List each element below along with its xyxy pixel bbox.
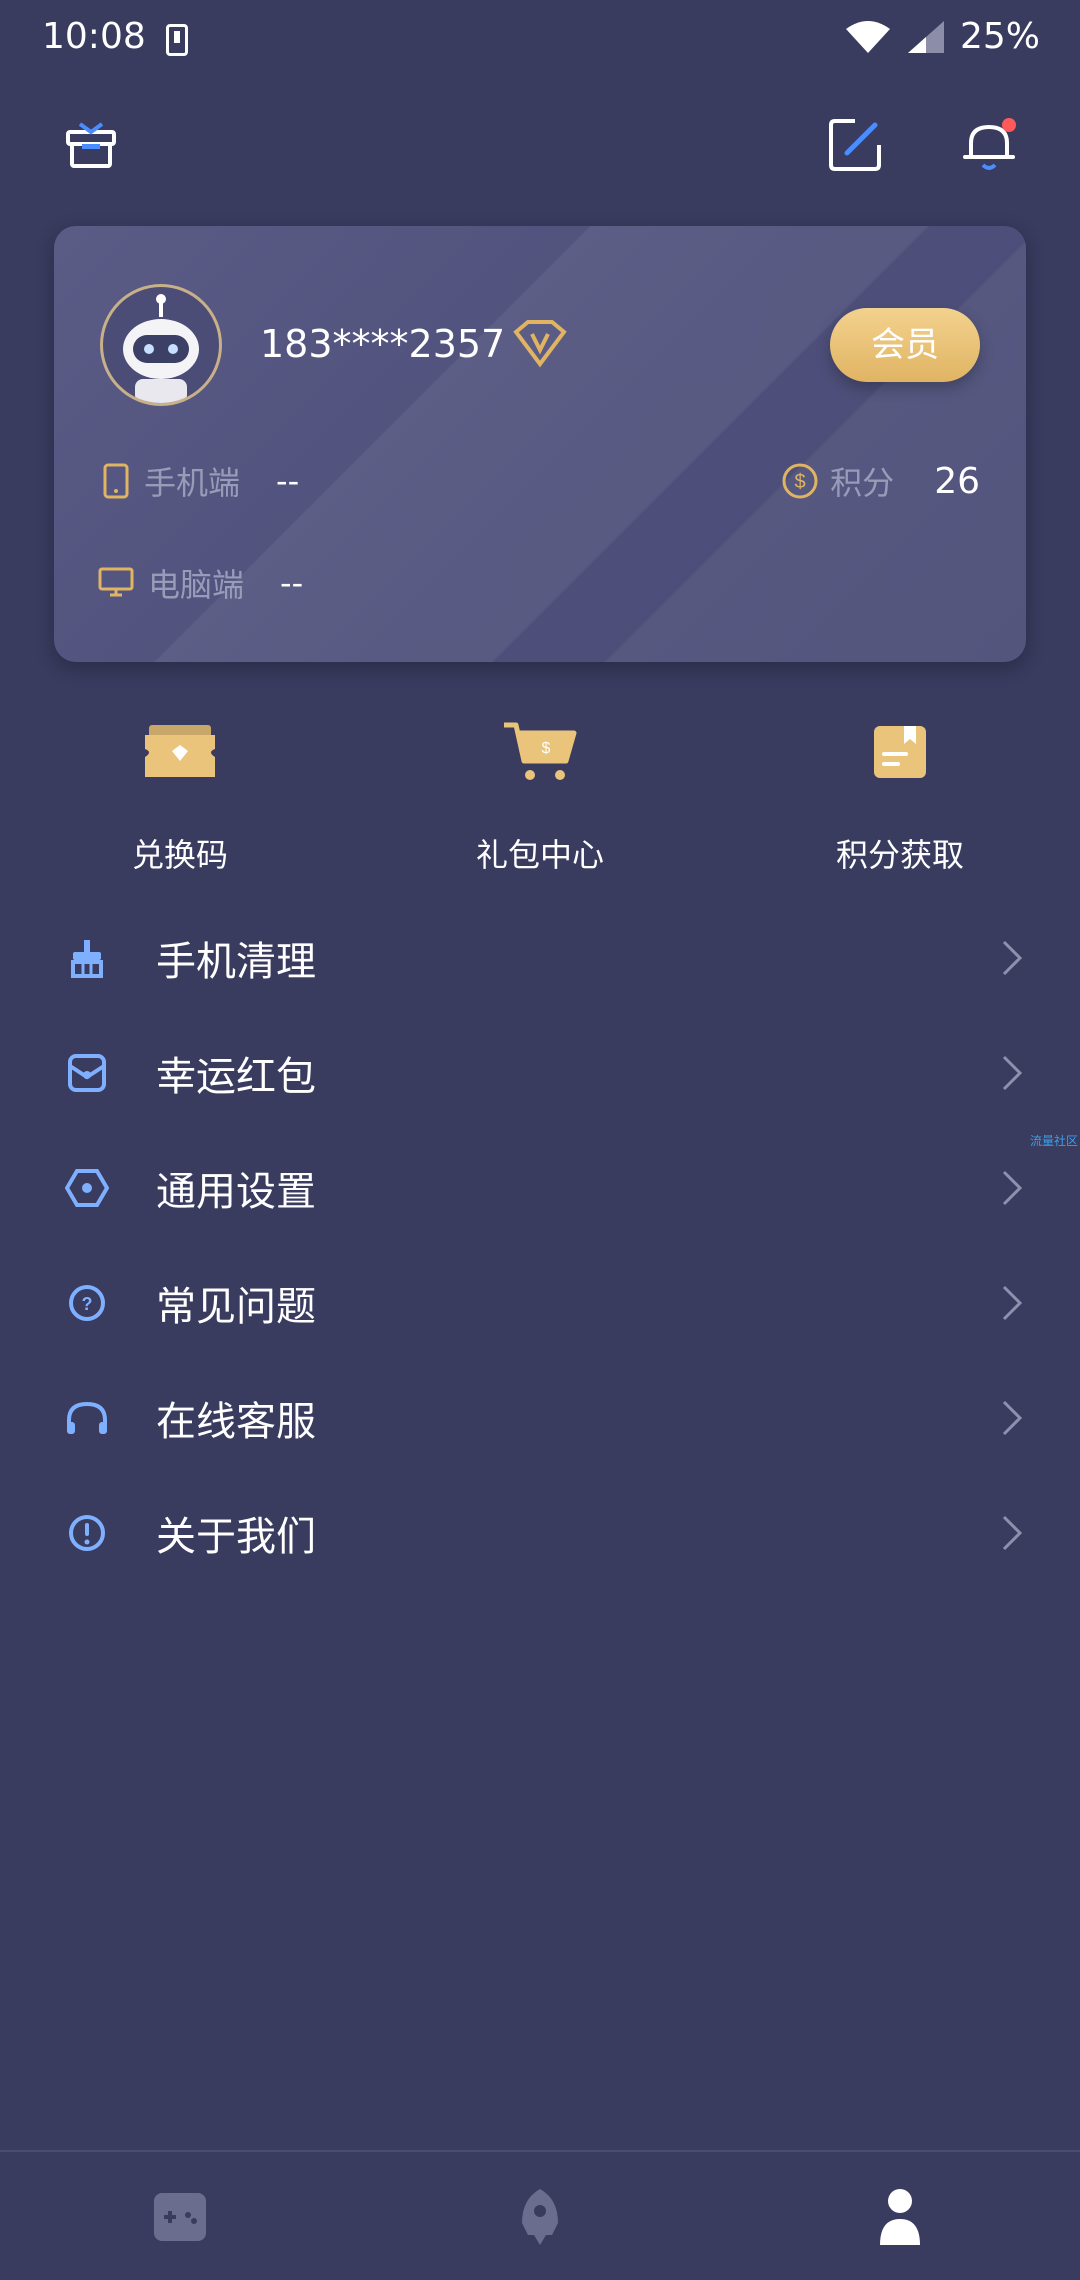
menu-item-online-support[interactable]: 在线客服 bbox=[0, 1360, 1080, 1475]
menu-item-about-us[interactable]: 关于我们 bbox=[0, 1475, 1080, 1590]
shortcut-redeem-code[interactable]: 兑换码 bbox=[50, 700, 310, 876]
broom-icon bbox=[62, 933, 112, 983]
nav-boost[interactable] bbox=[500, 2182, 580, 2252]
menu-label: 常见问题 bbox=[156, 1283, 316, 1330]
nav-profile[interactable] bbox=[860, 2182, 940, 2252]
points-row[interactable]: $ 积分 26 bbox=[780, 458, 980, 504]
user-icon bbox=[880, 2189, 920, 2245]
menu-label: 关于我们 bbox=[156, 1513, 316, 1560]
mobile-row: 手机端 -- bbox=[102, 458, 299, 504]
phone-icon bbox=[103, 463, 129, 499]
points-value: 26 bbox=[934, 460, 980, 502]
edit-icon[interactable] bbox=[820, 110, 890, 180]
status-time: 10:08 bbox=[42, 16, 146, 57]
gift-box-icon[interactable] bbox=[56, 110, 126, 180]
download-icon bbox=[166, 24, 188, 56]
coin-icon: $ bbox=[782, 463, 818, 499]
menu-item-lucky-red-packet[interactable]: 幸运红包 bbox=[0, 1015, 1080, 1130]
svg-text:?: ? bbox=[82, 1294, 93, 1314]
menu-label: 手机清理 bbox=[156, 938, 316, 985]
info-icon bbox=[62, 1508, 112, 1558]
svg-text:$: $ bbox=[795, 471, 806, 493]
bottom-nav bbox=[0, 2150, 1080, 2280]
menu-item-phone-cleanup[interactable]: 手机清理 bbox=[0, 900, 1080, 1015]
username: 183****2357 bbox=[260, 322, 506, 366]
pc-row: 电脑端 -- bbox=[98, 560, 303, 606]
pc-label: 电脑端 bbox=[148, 566, 245, 604]
top-bar bbox=[0, 100, 1080, 200]
signal-icon bbox=[907, 20, 944, 53]
ticket-icon bbox=[140, 712, 220, 792]
vip-diamond-icon bbox=[513, 320, 567, 368]
svg-text:$: $ bbox=[542, 740, 551, 757]
status-bar: 10:08 25% bbox=[0, 0, 1080, 80]
shortcut-earn-points[interactable]: 积分获取 bbox=[770, 700, 1030, 876]
menu-label: 幸运红包 bbox=[156, 1053, 316, 1100]
pc-value: -- bbox=[280, 564, 304, 602]
watermark: 流量社区 bbox=[1029, 1134, 1078, 1148]
chevron-right-icon bbox=[1002, 1170, 1023, 1205]
profile-card: 183****2357 会员 手机端 -- $ 积分 26 电脑端 -- bbox=[54, 226, 1026, 662]
wifi-icon bbox=[845, 20, 890, 53]
settings-icon bbox=[62, 1163, 112, 1213]
note-icon bbox=[860, 712, 940, 792]
rocket-icon bbox=[522, 2189, 558, 2245]
status-right: 25% bbox=[844, 16, 1040, 57]
question-icon: ? bbox=[62, 1278, 112, 1328]
menu-list: 手机清理 幸运红包 通用设置 ? 常见问题 在线客服 关于我们 bbox=[0, 900, 1080, 1590]
chevron-right-icon bbox=[1002, 1400, 1023, 1435]
chevron-right-icon bbox=[1002, 1285, 1023, 1320]
shortcut-label: 积分获取 bbox=[835, 836, 964, 874]
red-packet-icon bbox=[62, 1048, 112, 1098]
bell-icon[interactable] bbox=[954, 110, 1024, 180]
shortcut-label: 礼包中心 bbox=[475, 836, 604, 874]
headset-icon bbox=[62, 1393, 112, 1443]
shortcut-gift-center[interactable]: $ 礼包中心 bbox=[410, 700, 670, 876]
mobile-label: 手机端 bbox=[144, 464, 241, 502]
menu-item-faq[interactable]: ? 常见问题 bbox=[0, 1245, 1080, 1360]
menu-label: 通用设置 bbox=[156, 1168, 316, 1215]
points-label: 积分 bbox=[830, 464, 895, 502]
menu-label: 在线客服 bbox=[156, 1398, 316, 1445]
chevron-right-icon bbox=[1002, 1055, 1023, 1090]
mobile-value: -- bbox=[276, 462, 300, 500]
nav-games[interactable] bbox=[140, 2182, 220, 2252]
shortcut-grid: 兑换码 $ 礼包中心 积分获取 bbox=[0, 700, 1080, 890]
gamepad-icon bbox=[154, 2193, 206, 2241]
cart-icon: $ bbox=[500, 712, 580, 792]
monitor-icon bbox=[98, 567, 134, 597]
shortcut-label: 兑换码 bbox=[131, 836, 228, 874]
member-button[interactable]: 会员 bbox=[830, 308, 980, 382]
avatar[interactable] bbox=[100, 284, 222, 406]
chevron-right-icon bbox=[1002, 1515, 1023, 1550]
chevron-right-icon bbox=[1002, 940, 1023, 975]
battery-text: 25% bbox=[959, 16, 1040, 57]
menu-item-general-settings[interactable]: 通用设置 bbox=[0, 1130, 1080, 1245]
